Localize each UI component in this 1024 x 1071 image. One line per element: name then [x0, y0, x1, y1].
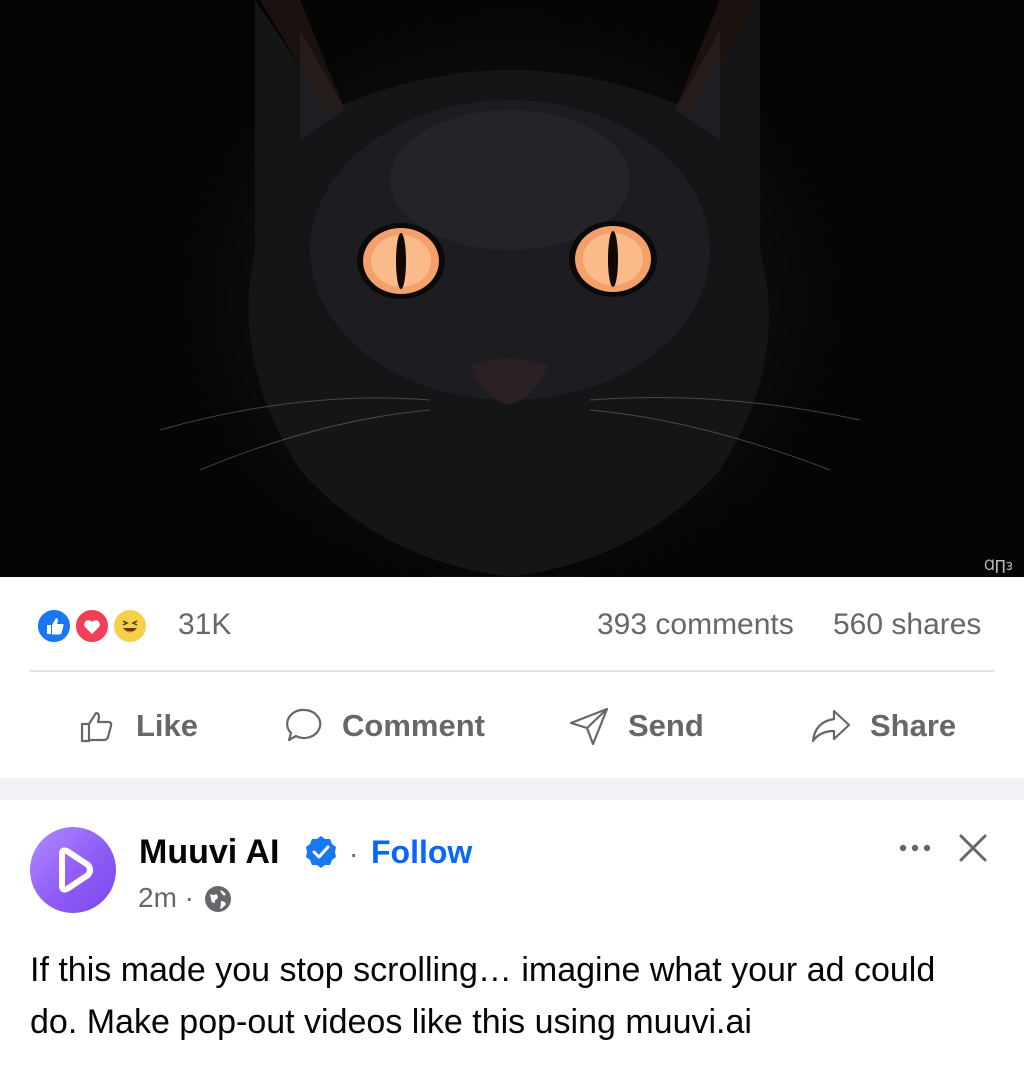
cat-image: Ɑ∏ᴈ	[159, 0, 1013, 577]
shares-count[interactable]: 560 shares	[833, 608, 981, 642]
watermark-logo: Ɑ∏ᴈ	[984, 558, 1013, 574]
comment-label: Comment	[342, 708, 485, 743]
avatar[interactable]	[30, 827, 116, 913]
comment-icon	[286, 708, 322, 742]
thumbs-up-icon	[80, 711, 113, 743]
send-icon	[569, 707, 609, 746]
love-icon	[74, 608, 110, 644]
globe-icon	[205, 886, 231, 912]
share-icon	[811, 709, 851, 743]
follow-button[interactable]: Follow	[371, 832, 472, 872]
play-icon	[59, 847, 93, 893]
like-button[interactable]: Like	[78, 700, 198, 752]
post-image[interactable]: Ɑ∏ᴈ	[0, 0, 1024, 577]
like-label: Like	[136, 708, 199, 743]
page-name[interactable]: Muuvi AI	[139, 832, 279, 872]
comment-button[interactable]: Comment	[286, 700, 485, 752]
verified-badge-icon	[306, 836, 336, 868]
send-label: Send	[628, 708, 704, 743]
share-label: Share	[870, 708, 957, 743]
send-button[interactable]: Send	[568, 700, 704, 752]
comments-count[interactable]: 393 comments	[597, 608, 794, 642]
haha-icon	[112, 608, 148, 644]
post-time[interactable]: 2m ·	[138, 881, 194, 915]
close-icon[interactable]	[957, 832, 989, 864]
post-text: If this made you stop scrolling… imagine…	[30, 951, 936, 1041]
separator-dot: ·	[349, 838, 359, 869]
reaction-icons[interactable]	[36, 608, 156, 644]
reaction-count[interactable]: 31K	[178, 608, 231, 642]
feed-separator	[0, 778, 1024, 800]
like-icon	[36, 608, 72, 644]
share-button[interactable]: Share	[810, 700, 956, 752]
more-options-icon[interactable]	[897, 834, 937, 862]
divider	[29, 670, 995, 672]
